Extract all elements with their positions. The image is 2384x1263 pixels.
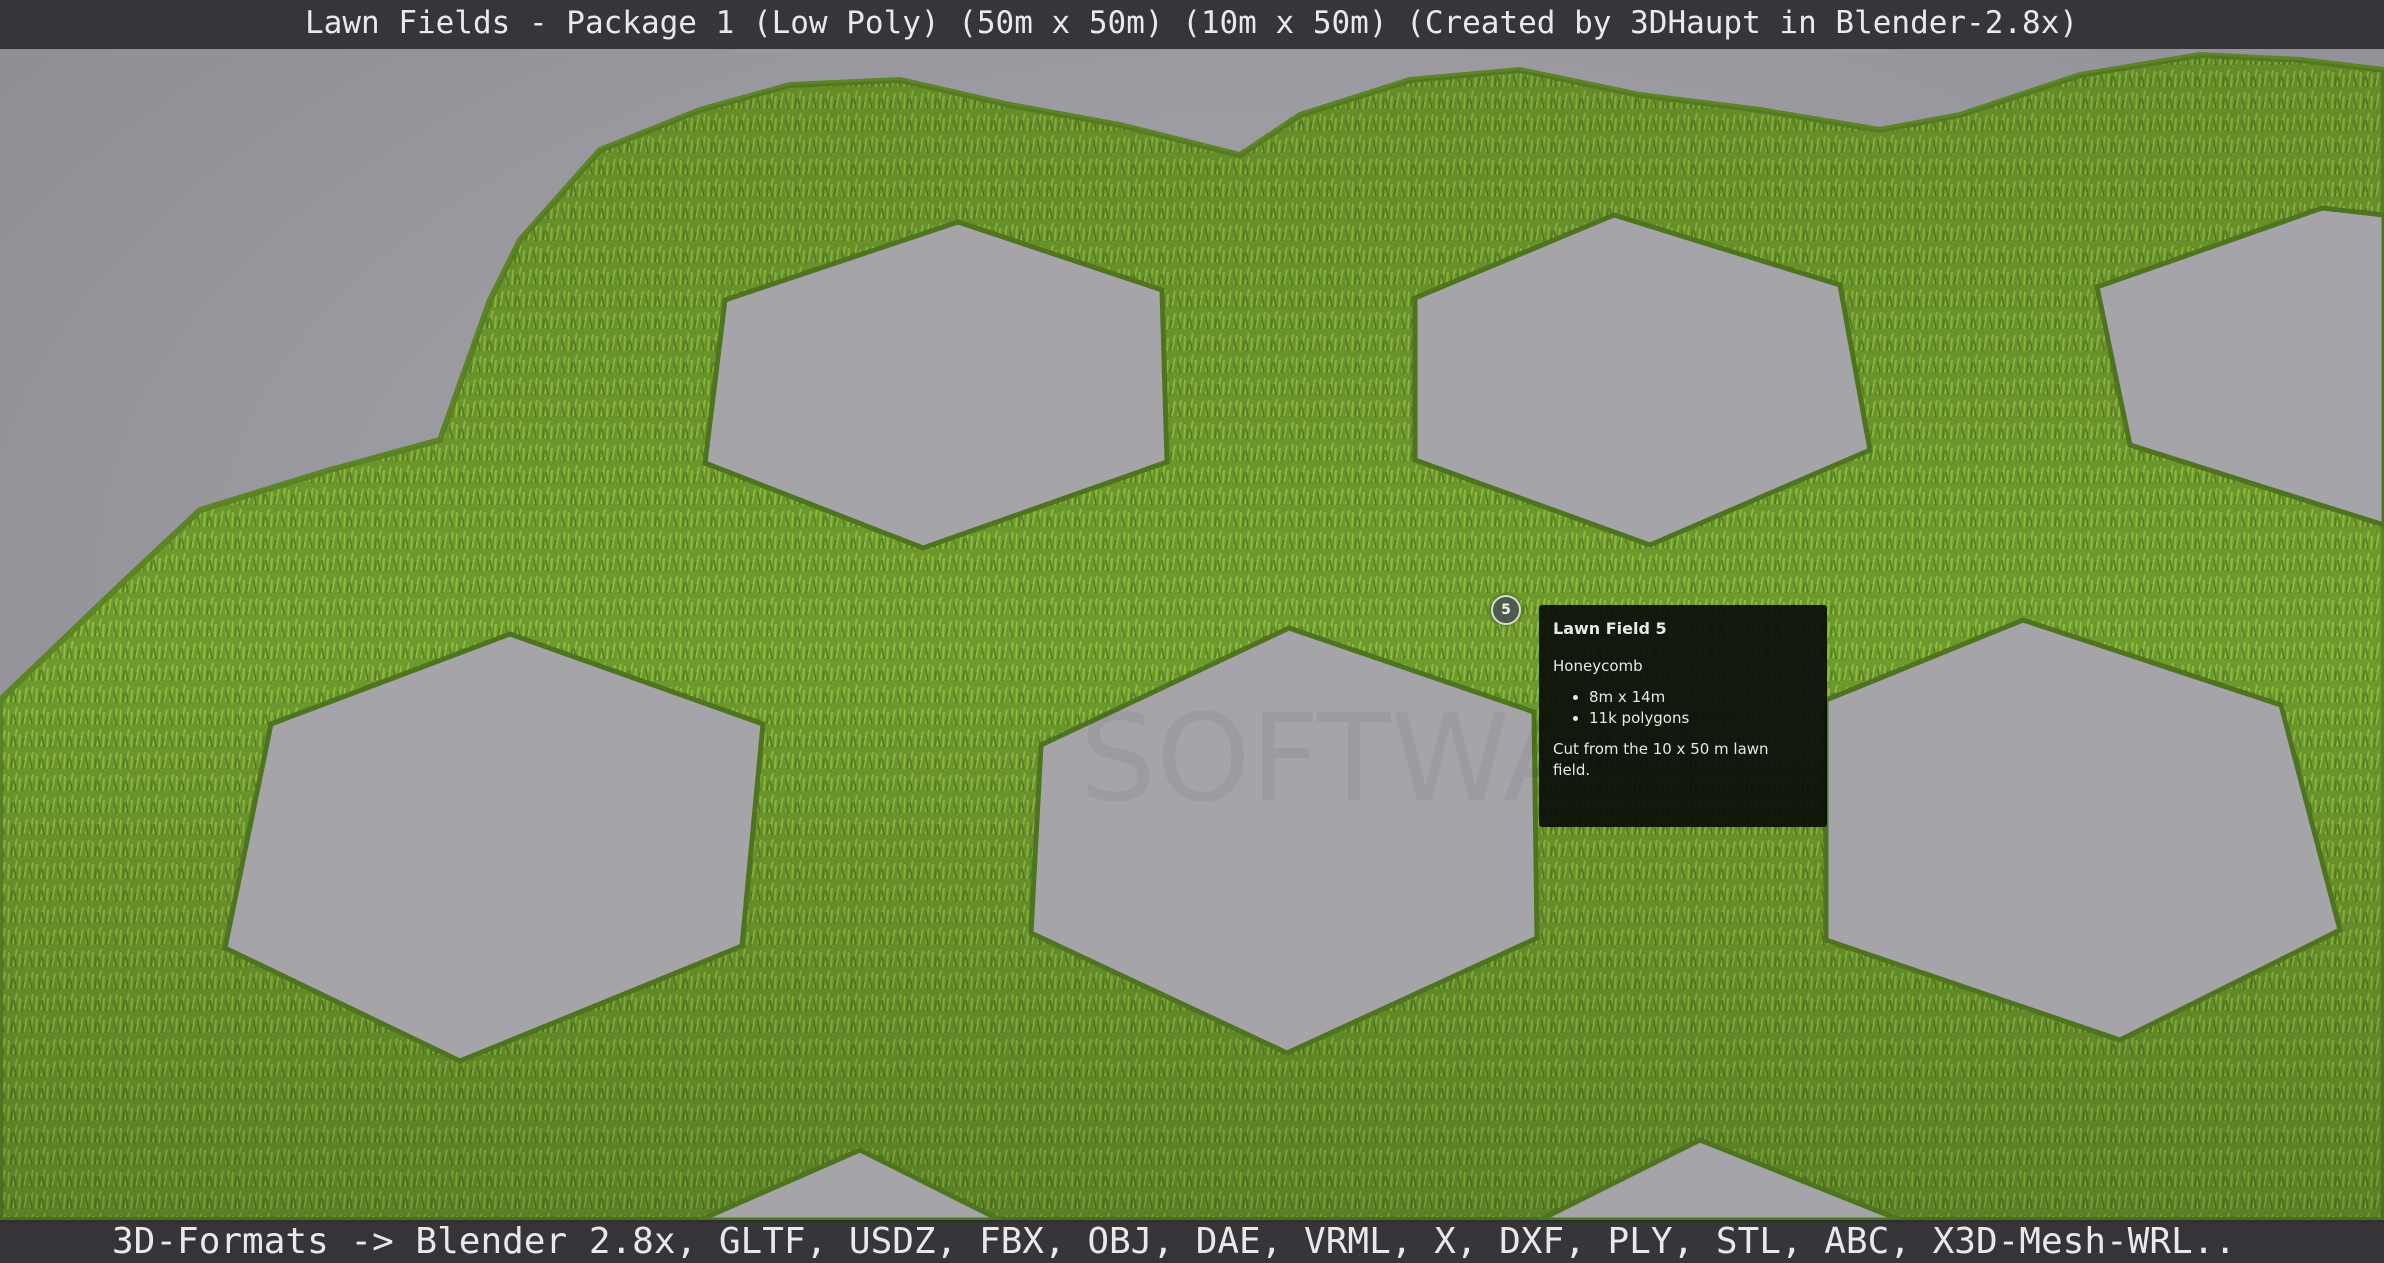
formats-caption: 3D-Formats -> Blender 2.8x, GLTF, USDZ, … [112,1221,2237,1262]
annotation-title: Lawn Field 5 [1553,619,1667,638]
annotation-spec-list: 8m x 14m 11k polygons [1553,687,1813,729]
model-title: Lawn Fields - Package 1 (Low Poly) (50m … [305,5,2079,41]
3d-viewport[interactable]: SOFTWARE 5 Lawn Field 5 Honeycomb 8m x 1… [0,0,2384,1263]
annotation-subtitle: Honeycomb [1553,657,1643,675]
formats-caption-bar: 3D-Formats -> Blender 2.8x, GLTF, USDZ, … [0,1220,2384,1263]
model-title-bar: Lawn Fields - Package 1 (Low Poly) (50m … [0,0,2384,49]
annotation-note: Cut from the 10 x 50 m lawn field. [1553,740,1769,779]
annotation-hotspot-5[interactable]: 5 [1491,595,1521,625]
annotation-spec-item: 11k polygons [1589,708,1813,729]
lawn-honeycomb-model: SOFTWARE [0,51,2384,1223]
annotation-spec-item: 8m x 14m [1589,687,1813,708]
annotation-tooltip: Lawn Field 5 Honeycomb 8m x 14m 11k poly… [1539,605,1827,827]
